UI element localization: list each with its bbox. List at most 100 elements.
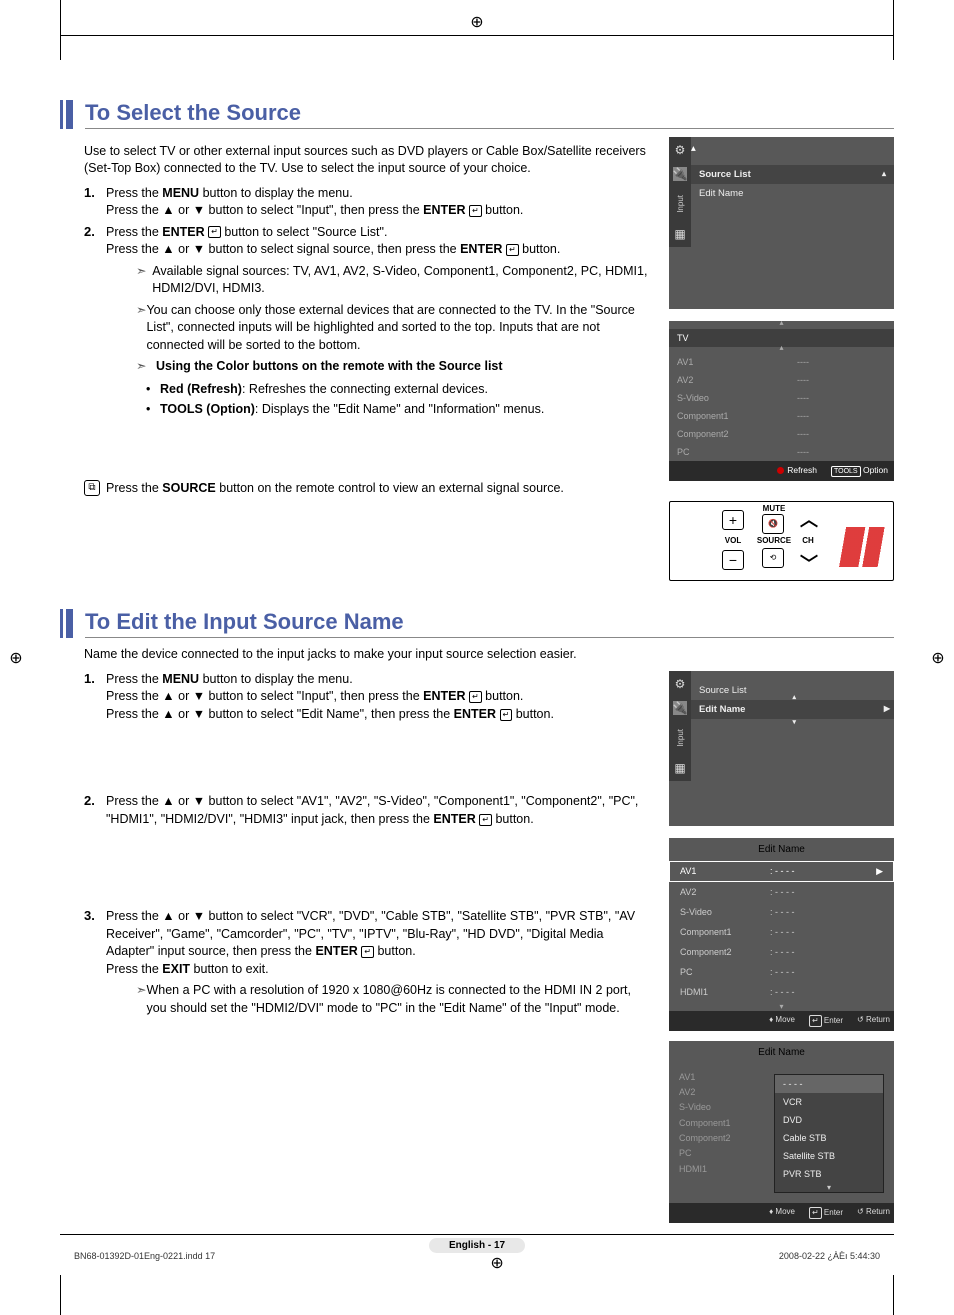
source-item[interactable]: Component2----	[669, 425, 894, 443]
heading-accent	[60, 100, 73, 129]
step-number: 1.	[84, 185, 106, 220]
heading-accent	[60, 609, 73, 638]
popup-option[interactable]: DVD	[775, 1111, 883, 1129]
osd-source-list: ▴ TV ▴ AV1---- AV2---- S-Video---- Compo…	[669, 321, 894, 481]
trim-line	[60, 1234, 894, 1235]
popup-option[interactable]: - - - -	[775, 1075, 883, 1093]
red-dot-icon	[777, 467, 784, 474]
edit-row[interactable]: AV2- - - -	[669, 882, 894, 902]
step-text: Press the ENTER ↵ button to select "Sour…	[106, 224, 649, 420]
vol-label: VOL	[722, 536, 744, 545]
source-item[interactable]: Component1----	[669, 407, 894, 425]
step-text: Press the MENU button to display the men…	[106, 671, 649, 724]
crop-mark-icon: ⊕	[4, 646, 28, 670]
popup-option[interactable]: PVR STB	[775, 1165, 883, 1183]
popup-option[interactable]: VCR	[775, 1093, 883, 1111]
trim-line	[60, 0, 61, 60]
osd-title: Edit Name	[669, 838, 894, 861]
edit-row[interactable]: HDMI1- - - -	[669, 982, 894, 1002]
step-number: 2.	[84, 793, 106, 828]
step-text: Press the ▲ or ▼ button to select "AV1",…	[106, 793, 649, 828]
footer-timestamp: 2008-02-22 ¿ÀÈı 5:44:30	[779, 1251, 880, 1275]
note-text: Press the SOURCE button on the remote co…	[106, 480, 564, 498]
enter-icon: ↵	[208, 226, 221, 238]
footer-move: ♦ Move	[769, 1015, 795, 1027]
menu-item-edit-name[interactable]: Edit Name	[691, 184, 894, 203]
mute-button: 🔇	[762, 514, 784, 534]
footer-move: ♦ Move	[769, 1207, 795, 1219]
scroll-down-icon: ▾	[775, 1183, 883, 1192]
arrow-icon: ➣	[136, 302, 146, 355]
arrow-icon: ➣	[136, 982, 146, 1017]
source-item[interactable]: PC----	[669, 443, 894, 461]
sidebar-label: Input	[676, 191, 685, 217]
footer-option: TOOLS Option	[831, 465, 888, 477]
footer-file: BN68-01392D-01Eng-0221.indd 17	[74, 1251, 215, 1275]
ch-down-button: ﹀	[800, 550, 818, 576]
enter-icon: ↵	[506, 244, 519, 256]
enter-icon: ↵	[361, 946, 374, 958]
remote-icon: ⧉	[84, 480, 100, 496]
step-number: 3.	[84, 908, 106, 1021]
arrow-icon: ➣	[136, 358, 156, 376]
footer-return: ↺ Return	[857, 1207, 890, 1219]
menu-item-source-list[interactable]: Source List ▴	[691, 165, 894, 184]
step-text: Press the MENU button to display the men…	[106, 185, 649, 220]
bullet-icon: •	[146, 400, 160, 418]
app-icon: ▦	[673, 761, 687, 775]
source-button: ⟲	[762, 548, 784, 568]
trim-line	[60, 1275, 61, 1315]
edit-row[interactable]: Component1- - - -	[669, 922, 894, 942]
gear-icon: ⚙	[673, 143, 687, 157]
footer-enter: ↵ Enter	[809, 1207, 843, 1219]
edit-row[interactable]: AV1- - - -▶	[669, 861, 894, 882]
edit-row[interactable]: Component2- - - -	[669, 942, 894, 962]
ch-label: CH	[798, 536, 818, 545]
footer-enter: ↵ Enter	[809, 1015, 843, 1027]
page-number: English - 17	[60, 1237, 894, 1251]
source-item[interactable]: AV2----	[669, 371, 894, 389]
step-text: Press the ▲ or ▼ button to select "VCR",…	[106, 908, 649, 1021]
osd-edit-name-list: Edit Name AV1- - - -▶ AV2- - - - S-Video…	[669, 838, 894, 1031]
plug-icon: 🔌	[673, 167, 687, 181]
tools-pill-icon: TOOLS	[831, 466, 861, 477]
enter-icon: ↵	[479, 814, 492, 826]
arrow-icon: ➣	[136, 263, 152, 298]
osd-input-menu: ⚙ 🔌 Input ▦ ▴ Source List ▴ Edit Name	[669, 137, 894, 309]
osd-edit-name-popup: Edit Name AV1 AV2 S-Video Component1 Com…	[669, 1041, 894, 1223]
osd-input-menu-editname: ⚙ 🔌 Input ▦ Source List ▴ Edit Name ▶ ▾	[669, 671, 894, 826]
edit-row[interactable]: S-Video- - - -	[669, 902, 894, 922]
osd-title: Edit Name	[669, 1041, 894, 1064]
menu-item-edit-name[interactable]: ▴ Edit Name ▶ ▾	[691, 700, 894, 719]
trim-line	[893, 0, 894, 60]
crop-mark-icon: ⊕	[465, 10, 489, 34]
remote-highlight-stripes	[823, 527, 893, 567]
source-item[interactable]: S-Video----	[669, 389, 894, 407]
footer-refresh: Refresh	[777, 465, 817, 477]
section-intro: Name the device connected to the input j…	[84, 646, 894, 663]
sidebar-label: Input	[676, 725, 685, 751]
source-item[interactable]: AV1----	[669, 353, 894, 371]
section-intro: Use to select TV or other external input…	[84, 143, 649, 177]
plug-icon: 🔌	[673, 701, 687, 715]
vol-up-button: +	[722, 510, 744, 530]
enter-icon: ↵	[469, 691, 482, 703]
crop-mark-icon: ⊕	[485, 1251, 509, 1275]
enter-icon: ↵	[500, 709, 513, 721]
gear-icon: ⚙	[673, 677, 687, 691]
section-title: To Select the Source	[85, 100, 894, 129]
vol-down-button: −	[722, 550, 744, 570]
trim-line	[893, 1275, 894, 1315]
popup-left-list: AV1 AV2 S-Video Component1 Component2 PC…	[669, 1064, 764, 1203]
remote-illustration: + VOL − MUTE 🔇 SOURCE ⟲ ︿ CH ﹀	[669, 501, 894, 581]
bullet-icon: •	[146, 380, 160, 398]
enter-icon: ↵	[469, 205, 482, 217]
crop-mark-icon: ⊕	[926, 646, 950, 670]
trim-line	[60, 35, 894, 36]
edit-row[interactable]: PC- - - -	[669, 962, 894, 982]
popup-option[interactable]: Satellite STB	[775, 1147, 883, 1165]
app-icon: ▦	[673, 227, 687, 241]
step-number: 2.	[84, 224, 106, 420]
step-number: 1.	[84, 671, 106, 724]
popup-option[interactable]: Cable STB	[775, 1129, 883, 1147]
